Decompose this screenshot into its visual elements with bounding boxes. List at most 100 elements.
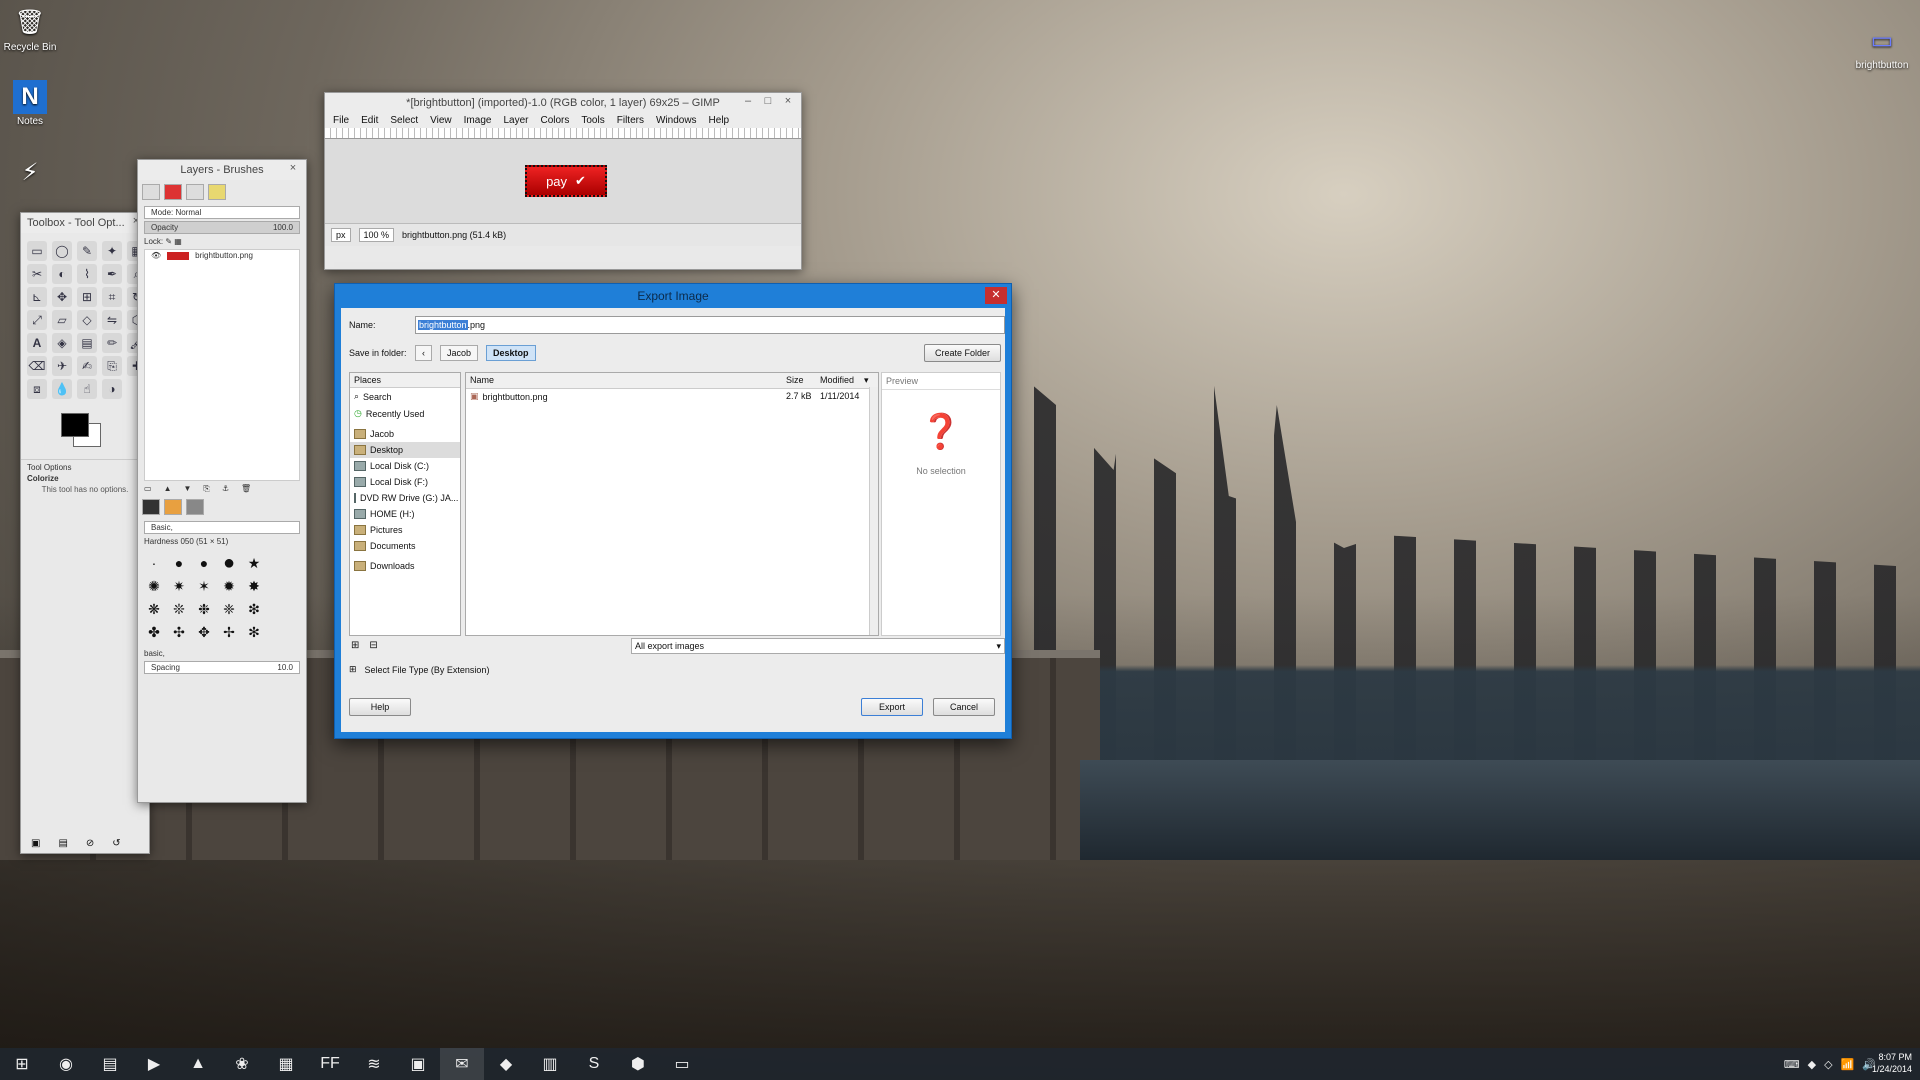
close-icon[interactable]: ×: [284, 160, 302, 176]
move-icon[interactable]: ✥: [52, 287, 72, 307]
menu-view[interactable]: View: [430, 115, 452, 126]
restore-options-icon[interactable]: ▤: [58, 838, 67, 849]
place-documents[interactable]: Documents: [350, 538, 460, 554]
menu-select[interactable]: Select: [390, 115, 418, 126]
fuzzy-select-icon[interactable]: ✦: [102, 241, 122, 261]
layers-tab-icon[interactable]: [142, 184, 160, 200]
layer-row[interactable]: 👁 brightbutton.png: [145, 250, 299, 261]
taskbar-app-icon[interactable]: ◆: [484, 1048, 528, 1080]
raise-layer-icon[interactable]: ▲: [164, 484, 172, 494]
tool-options-tab[interactable]: Tool Options: [21, 459, 149, 473]
channels-tab-icon[interactable]: [164, 184, 182, 200]
spacing-slider[interactable]: Spacing 10.0: [144, 661, 300, 674]
place-dvd-drive[interactable]: DVD RW Drive (G:) JA...: [350, 490, 460, 506]
crumb-back-button[interactable]: ‹: [415, 345, 432, 361]
fg-bg-colors[interactable]: [61, 413, 121, 453]
column-modified[interactable]: Modified: [820, 375, 864, 386]
shear-icon[interactable]: ▱: [52, 310, 72, 330]
foreground-select-icon[interactable]: ◐: [52, 264, 72, 284]
lock-pixels-icon[interactable]: ✎: [165, 237, 172, 246]
taskbar-skype-icon[interactable]: S: [572, 1048, 616, 1080]
align-icon[interactable]: ⊞: [77, 287, 97, 307]
select-type-row[interactable]: ⊞ Select File Type (By Extension): [349, 664, 489, 675]
free-select-icon[interactable]: ✎: [77, 241, 97, 261]
file-row[interactable]: ▣ brightbutton.png 2.7 kB 1/11/2014: [466, 389, 878, 404]
brushes-tab-icon[interactable]: [142, 499, 160, 515]
column-size[interactable]: Size: [786, 375, 820, 386]
perspective-clone-icon[interactable]: ⧈: [27, 379, 47, 399]
blur-icon[interactable]: 💧: [52, 379, 72, 399]
brush-item[interactable]: ❋: [144, 599, 164, 619]
airbrush-icon[interactable]: ✈: [52, 356, 72, 376]
taskbar-clock[interactable]: 8:07 PM 1/24/2014: [1872, 1051, 1912, 1075]
menu-filters[interactable]: Filters: [617, 115, 644, 126]
taskbar-app-icon[interactable]: ▥: [528, 1048, 572, 1080]
smudge-icon[interactable]: ☝: [77, 379, 97, 399]
brush-item[interactable]: ✤: [144, 622, 164, 642]
mode-select[interactable]: Mode: Normal: [144, 206, 300, 219]
paths-tab-icon[interactable]: [186, 184, 204, 200]
menu-edit[interactable]: Edit: [361, 115, 378, 126]
save-options-icon[interactable]: ▣: [31, 838, 40, 849]
duplicate-layer-icon[interactable]: ⎘: [203, 484, 209, 494]
close-icon[interactable]: ×: [779, 93, 797, 109]
brush-item[interactable]: ✷: [169, 576, 189, 596]
brush-item[interactable]: ✥: [194, 622, 214, 642]
brush-item[interactable]: ●: [169, 553, 189, 573]
scissors-icon[interactable]: ✂: [27, 264, 47, 284]
clone-icon[interactable]: ⎘: [102, 356, 122, 376]
patterns-tab-icon[interactable]: [164, 499, 182, 515]
brush-item[interactable]: ●: [194, 553, 214, 573]
desktop-icon-recycle-bin[interactable]: 🗑 Recycle Bin: [0, 6, 60, 53]
anchor-layer-icon[interactable]: ⚓: [222, 484, 229, 494]
brush-item[interactable]: ❉: [194, 599, 214, 619]
pencil-icon[interactable]: ✏: [102, 333, 122, 353]
lock-alpha-icon[interactable]: ▦: [174, 237, 182, 246]
ellipse-select-icon[interactable]: ◯: [52, 241, 72, 261]
taskbar-app-icon[interactable]: ⬢: [616, 1048, 660, 1080]
help-button[interactable]: Help: [349, 698, 411, 716]
brush-item[interactable]: ✶: [194, 576, 214, 596]
dodge-burn-icon[interactable]: ◑: [102, 379, 122, 399]
add-bookmark-icon[interactable]: ⊞: [351, 640, 359, 651]
cancel-button[interactable]: Cancel: [933, 698, 995, 716]
start-button[interactable]: ⊞: [0, 1048, 44, 1080]
place-local-disk-f[interactable]: Local Disk (F:): [350, 474, 460, 490]
gradients-tab-icon[interactable]: [186, 499, 204, 515]
tray-app-icon[interactable]: ◇: [1824, 1058, 1832, 1071]
brush-item[interactable]: ✢: [219, 622, 239, 642]
flip-icon[interactable]: ⇋: [102, 310, 122, 330]
layers-titlebar[interactable]: Layers - Brushes ×: [138, 160, 306, 180]
brush-item[interactable]: ✹: [219, 576, 239, 596]
paths-icon[interactable]: ⌇: [77, 264, 97, 284]
file-list-scrollbar[interactable]: [869, 387, 878, 635]
brush-item[interactable]: ❈: [219, 599, 239, 619]
crumb-desktop[interactable]: Desktop: [486, 345, 536, 361]
places-header[interactable]: Places: [350, 373, 460, 388]
delete-options-icon[interactable]: ⊘: [86, 838, 94, 849]
minimize-icon[interactable]: –: [739, 93, 757, 109]
taskbar-chrome-icon[interactable]: ◉: [44, 1048, 88, 1080]
zoom-select[interactable]: 100 %: [358, 228, 395, 242]
taskbar-app-icon[interactable]: ❀: [220, 1048, 264, 1080]
taskbar-explorer-icon[interactable]: ▤: [88, 1048, 132, 1080]
brush-item[interactable]: ❇: [244, 599, 264, 619]
place-desktop[interactable]: Desktop: [350, 442, 460, 458]
taskbar-gimp-icon[interactable]: ✉: [440, 1048, 484, 1080]
image-canvas[interactable]: pay ✔: [325, 139, 801, 223]
place-home[interactable]: HOME (H:): [350, 506, 460, 522]
brush-item[interactable]: ❊: [169, 599, 189, 619]
menu-colors[interactable]: Colors: [540, 115, 569, 126]
place-recently-used[interactable]: ◷ Recently Used: [350, 405, 460, 422]
taskbar-app-icon[interactable]: ≋: [352, 1048, 396, 1080]
lower-layer-icon[interactable]: ▼: [183, 484, 191, 494]
brush-item[interactable]: ✺: [144, 576, 164, 596]
crop-icon[interactable]: ⌗: [102, 287, 122, 307]
network-icon[interactable]: 📶: [1841, 1058, 1855, 1071]
export-button[interactable]: Export: [861, 698, 923, 716]
rect-select-icon[interactable]: ▭: [27, 241, 47, 261]
taskbar-app-icon[interactable]: ▣: [396, 1048, 440, 1080]
ink-icon[interactable]: ✍: [77, 356, 97, 376]
measure-icon[interactable]: ⊾: [27, 287, 47, 307]
undo-tab-icon[interactable]: [208, 184, 226, 200]
